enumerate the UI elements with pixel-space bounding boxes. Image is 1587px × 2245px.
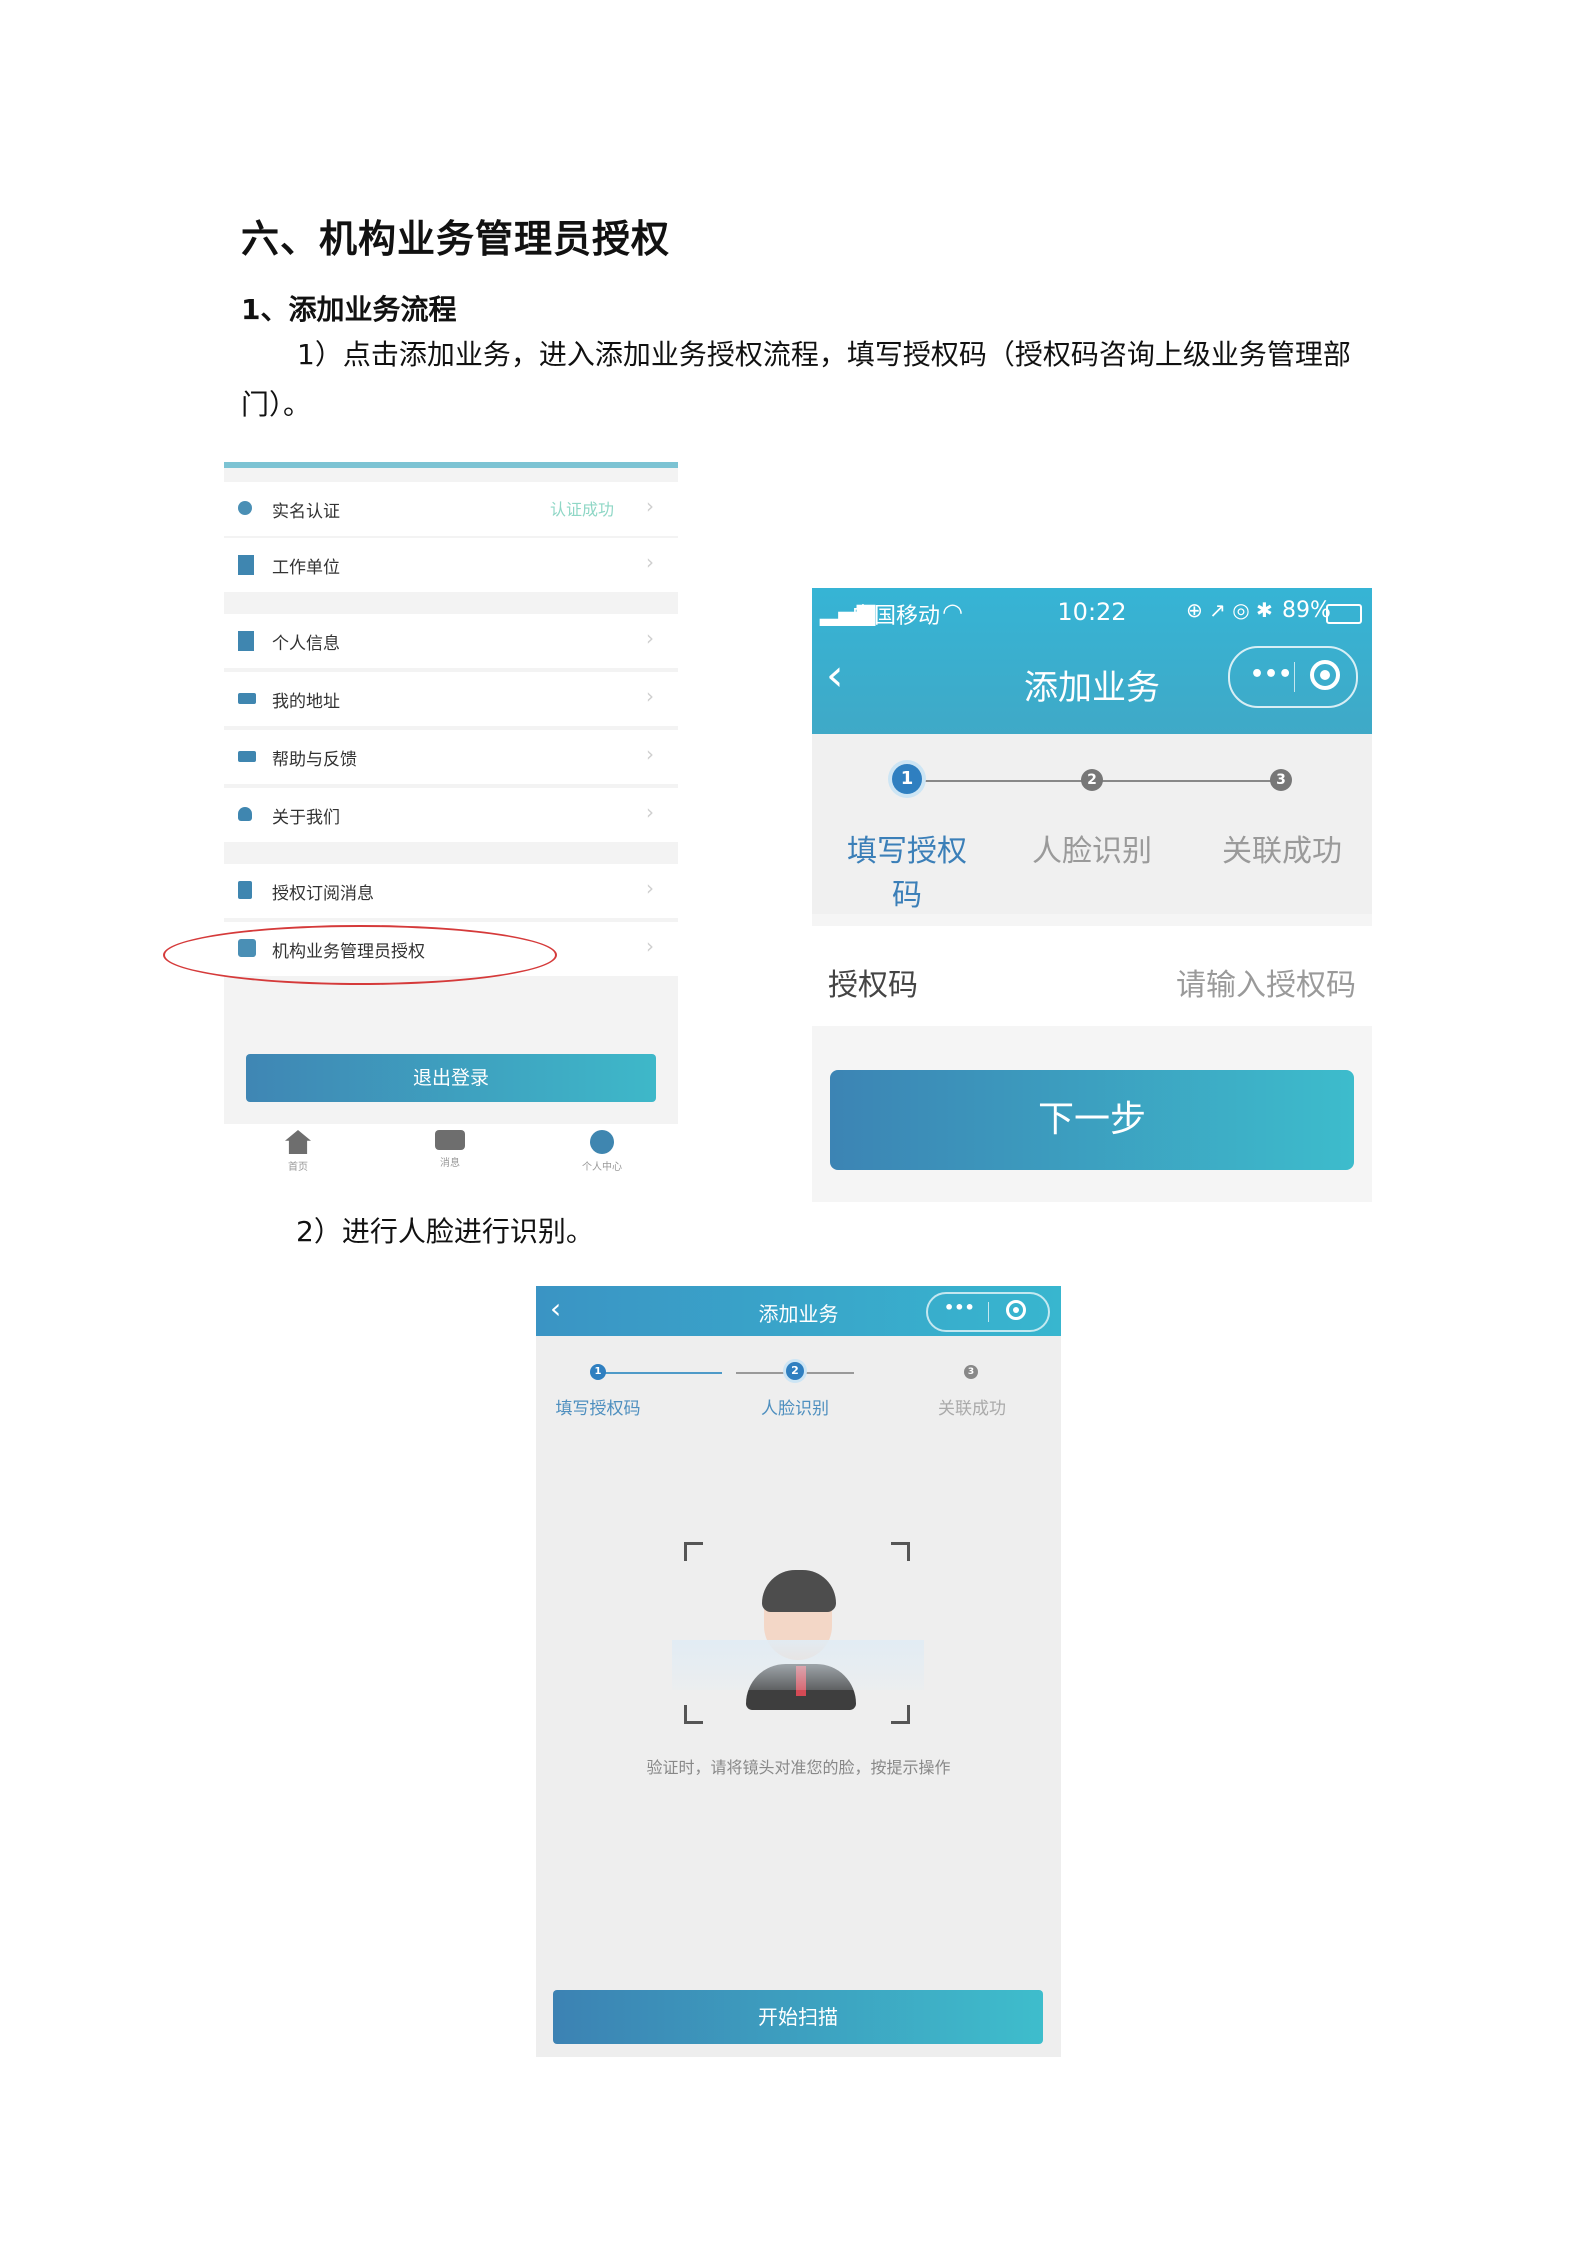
step-connector	[604, 1372, 722, 1374]
step-2-indicator: 2	[786, 1362, 804, 1380]
subsection-heading: 1、添加业务流程	[241, 293, 457, 326]
close-target-icon[interactable]	[1006, 1300, 1026, 1320]
menu-item-label: 我的地址	[272, 692, 340, 712]
menu-item-subscription[interactable]: 授权订阅消息 ›	[224, 864, 678, 918]
chevron-right-icon: ›	[646, 800, 654, 824]
step-1-label: 填写授权码	[555, 1399, 641, 1419]
scan-hint: 验证时，请将镜头对准您的脸，按提示操作	[646, 1758, 951, 1777]
next-step-button[interactable]: 下一步	[830, 1070, 1354, 1170]
tab-home[interactable]: 首页	[248, 1130, 348, 1173]
step-3-indicator: 3	[1270, 769, 1292, 791]
step-2-label: 人脸识别	[1032, 834, 1152, 869]
menu-item-work-unit[interactable]: 工作单位 ›	[224, 538, 678, 592]
app-header: ‹ 添加业务 •••	[536, 1286, 1061, 1336]
home-icon	[285, 1130, 311, 1154]
battery-label: 89%	[1282, 598, 1331, 623]
menu-item-label: 帮助与反馈	[272, 750, 357, 770]
frame-corner	[891, 1705, 910, 1724]
face-scan-frame	[672, 1542, 924, 1724]
status-icons: ⊕ ↗ ◎ ✱	[1186, 598, 1273, 622]
step-connector	[912, 780, 1090, 782]
menu-item-label: 工作单位	[272, 558, 340, 578]
more-icon[interactable]: •••	[944, 1298, 975, 1317]
top-accent-line	[224, 462, 678, 468]
step1-paragraph: 1）点击添加业务，进入添加业务授权流程，填写授权码（授权码咨询上级业务管理部门）…	[241, 330, 1361, 430]
chevron-right-icon: ›	[646, 934, 654, 958]
step-1-indicator: 1	[590, 1364, 606, 1380]
auth-code-field[interactable]: 授权码 请输入授权码	[812, 926, 1372, 1026]
menu-item-help-feedback[interactable]: 帮助与反馈 ›	[224, 730, 678, 784]
document-icon	[238, 881, 252, 899]
battery-icon	[1326, 604, 1362, 624]
step-3-label: 关联成功	[938, 1399, 1006, 1419]
highlight-ellipse	[163, 925, 557, 985]
menu-item-personal-info[interactable]: 个人信息 ›	[224, 614, 678, 668]
step-1-label: 填写授权码	[847, 834, 967, 913]
menu-item-label: 个人信息	[272, 634, 340, 654]
close-target-icon[interactable]	[1310, 660, 1340, 690]
profile-icon	[590, 1130, 614, 1154]
start-scan-button[interactable]: 开始扫描	[553, 1990, 1043, 2044]
capsule-divider	[1294, 662, 1295, 692]
capsule-divider	[988, 1302, 989, 1322]
capsule-menu[interactable]: •••	[926, 1292, 1050, 1332]
field-label: 授权码	[828, 968, 918, 1003]
tab-label: 消息	[440, 1158, 460, 1169]
chevron-right-icon: ›	[646, 876, 654, 900]
menu-item-label: 关于我们	[272, 808, 340, 828]
frame-corner	[684, 1705, 703, 1724]
step-2-indicator: 2	[1081, 769, 1103, 791]
user-verified-icon	[238, 501, 252, 515]
chat-icon	[238, 693, 256, 704]
menu-item-about-us[interactable]: 关于我们 ›	[224, 788, 678, 842]
tab-messages[interactable]: 消息	[400, 1130, 500, 1169]
menu-item-label: 授权订阅消息	[272, 884, 374, 904]
bottom-tab-bar: 首页 消息 个人中心	[224, 1124, 678, 1187]
avatar-hair	[762, 1570, 836, 1612]
tab-label: 个人中心	[582, 1162, 622, 1173]
progress-steps: 1 2 3 填写授权码 人脸识别 关联成功	[812, 734, 1372, 914]
step-3-indicator: 3	[964, 1365, 978, 1379]
step2-paragraph: 2）进行人脸进行识别。	[296, 1215, 594, 1248]
capsule-menu[interactable]: •••	[1228, 646, 1358, 708]
frame-corner	[891, 1542, 910, 1561]
chevron-right-icon: ›	[646, 494, 654, 518]
section-heading: 六、机构业务管理员授权	[241, 217, 671, 261]
menu-item-my-address[interactable]: 我的地址 ›	[224, 672, 678, 726]
more-icon[interactable]: •••	[1250, 662, 1292, 687]
status-badge: 认证成功	[549, 500, 614, 519]
app-header: ▂▄▆ 中国移动 ◠ 10:22 ⊕ ↗ ◎ ✱ 89% ‹ 添加业务 •••	[812, 588, 1372, 734]
logout-button[interactable]: 退出登录	[246, 1054, 656, 1102]
tab-personal-center[interactable]: 个人中心	[552, 1130, 652, 1173]
person-icon	[238, 807, 252, 821]
chevron-right-icon: ›	[646, 626, 654, 650]
face-recognition-screenshot: ‹ 添加业务 ••• 1 2 3 填写授权码 人脸识别 关联成功 验证时，请将镜…	[536, 1286, 1061, 2057]
step-connector	[1102, 780, 1280, 782]
chevron-right-icon: ›	[646, 684, 654, 708]
building-icon	[238, 555, 254, 575]
frame-corner	[684, 1542, 703, 1561]
step-3-label: 关联成功	[1222, 834, 1342, 869]
auth-code-input[interactable]: 请输入授权码	[1176, 960, 1356, 1004]
step1-text: 1）点击添加业务，进入添加业务授权流程，填写授权码（授权码咨询上级业务管理部门）…	[241, 338, 1351, 421]
message-icon	[435, 1130, 465, 1150]
building-icon	[238, 631, 254, 651]
chat-icon	[238, 751, 256, 762]
scan-line	[672, 1640, 924, 1690]
step-2-label: 人脸识别	[761, 1399, 829, 1419]
profile-menu-screenshot: 实名认证 认证成功 › 工作单位 › 个人信息 › 我的地址 › 帮助与反馈 ›…	[224, 462, 678, 1187]
tab-label: 首页	[288, 1162, 308, 1173]
add-business-screenshot: ▂▄▆ 中国移动 ◠ 10:22 ⊕ ↗ ◎ ✱ 89% ‹ 添加业务 ••• …	[812, 588, 1372, 1202]
step-1-indicator: 1	[892, 764, 922, 794]
chevron-right-icon: ›	[646, 742, 654, 766]
menu-item-label: 实名认证	[272, 502, 340, 522]
chevron-right-icon: ›	[646, 550, 654, 574]
menu-item-real-name[interactable]: 实名认证 认证成功 ›	[224, 482, 678, 536]
